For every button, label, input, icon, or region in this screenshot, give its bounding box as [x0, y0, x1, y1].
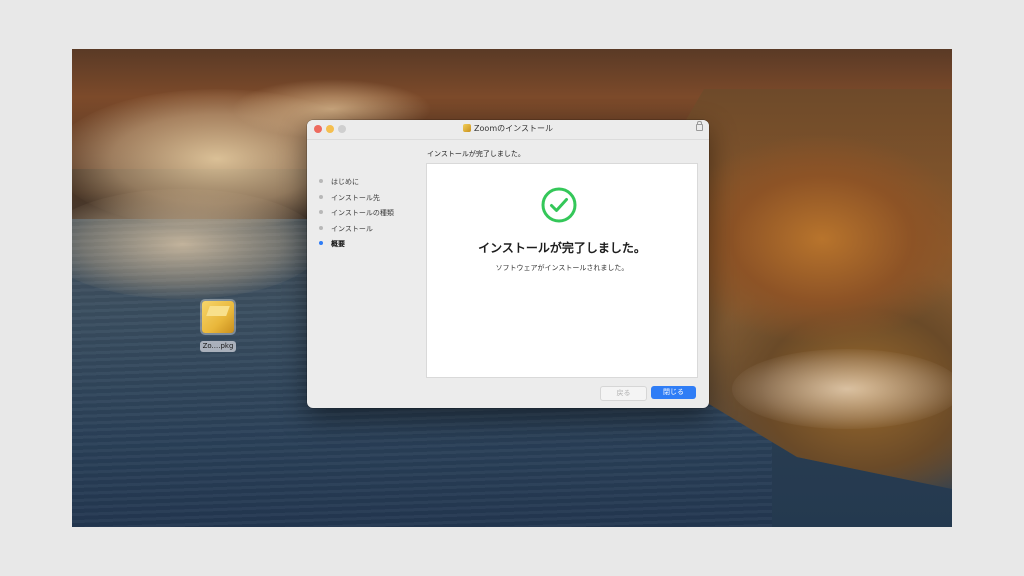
checkmark-circle-icon: [541, 187, 577, 223]
pkg-file[interactable]: Zo....pkg: [198, 301, 238, 352]
step-label: インストール: [331, 225, 373, 233]
close-button[interactable]: 閉じる: [651, 386, 696, 399]
package-icon[interactable]: [202, 301, 234, 333]
step-dot-active: [319, 241, 323, 245]
step-introduction: はじめに: [319, 177, 359, 187]
pkg-file-label[interactable]: Zo....pkg: [199, 341, 237, 352]
completion-title: インストールが完了しました。: [478, 241, 646, 255]
pane-heading: インストールが完了しました。: [427, 150, 525, 158]
step-dot: [319, 179, 323, 183]
step-label: インストールの種類: [331, 209, 394, 217]
step-installation-type: インストールの種類: [319, 208, 394, 218]
step-label: インストール先: [331, 194, 380, 202]
steps-sidebar: はじめに インストール先 インストールの種類 インストール 概要: [307, 140, 425, 408]
fog-cloud: [732, 349, 952, 429]
installer-window: Zoomのインストール はじめに インストール先 インストールの種類 インストー…: [307, 120, 709, 408]
completion-subtitle: ソフトウェアがインストールされました。: [495, 264, 629, 272]
step-label: 概要: [331, 240, 345, 248]
back-button[interactable]: 戻る: [600, 386, 647, 401]
package-icon: [463, 124, 472, 132]
step-dot: [319, 195, 323, 199]
step-installation: インストール: [319, 224, 373, 234]
step-label: はじめに: [331, 178, 359, 186]
step-destination: インストール先: [319, 193, 380, 203]
step-dot: [319, 210, 323, 214]
window-title: Zoomのインストール: [307, 123, 709, 135]
title-bar[interactable]: Zoomのインストール: [307, 120, 709, 140]
lock-icon: [696, 121, 703, 131]
window-title-text: Zoomのインストール: [474, 124, 553, 133]
content-pane: インストールが完了しました。 ソフトウェアがインストールされました。: [426, 163, 698, 378]
step-dot: [319, 226, 323, 230]
step-summary: 概要: [319, 239, 345, 249]
